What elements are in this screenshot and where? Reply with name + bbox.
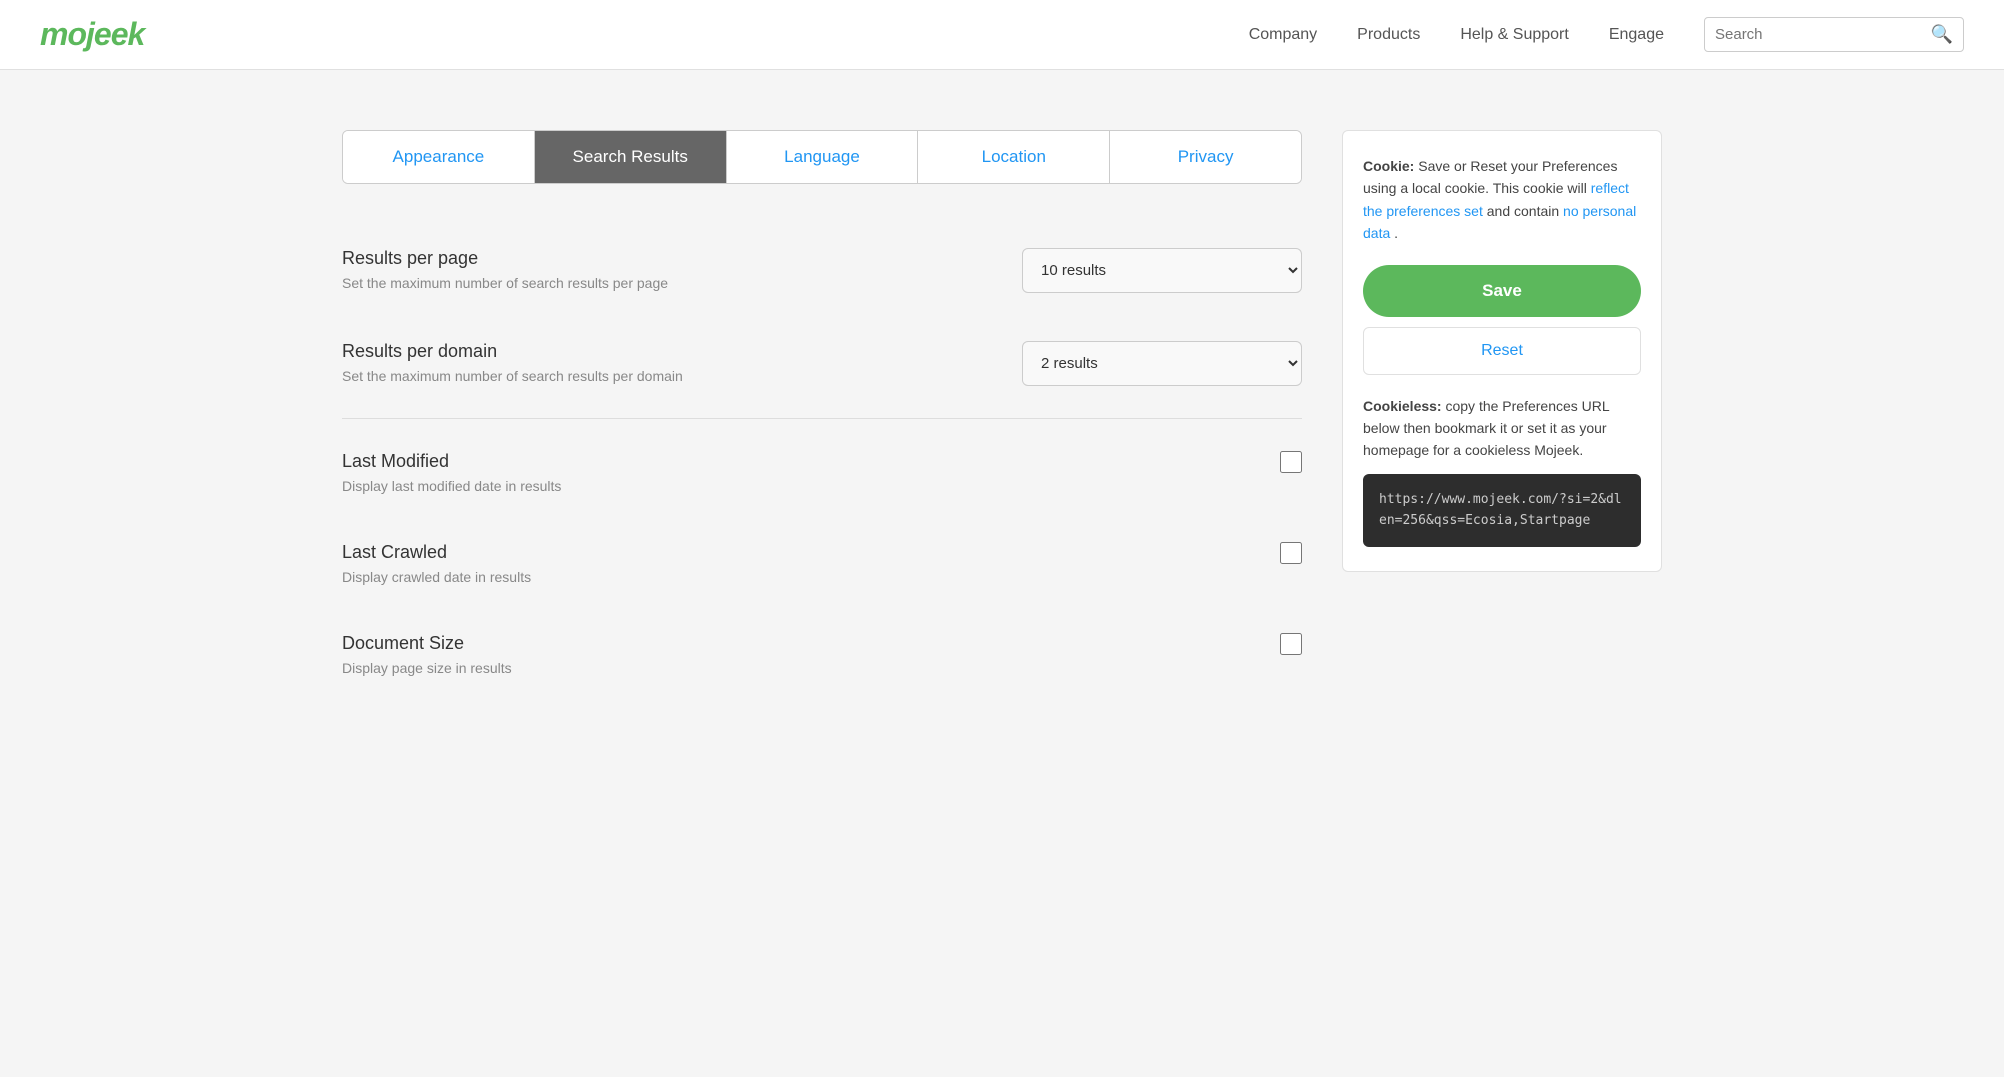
nav-help[interactable]: Help & Support: [1460, 26, 1569, 44]
results-per-domain-label: Results per domain: [342, 341, 683, 362]
results-per-domain-select[interactable]: 1 result 2 results 3 results 5 results: [1022, 341, 1302, 386]
save-button[interactable]: Save: [1363, 265, 1641, 317]
last-crawled-label: Last Crawled: [342, 542, 531, 563]
last-modified-row: Last Modified Display last modified date…: [342, 427, 1302, 518]
document-size-info: Document Size Display page size in resul…: [342, 633, 512, 676]
left-panel: Appearance Search Results Language Locat…: [342, 130, 1302, 700]
last-crawled-control: [1022, 542, 1302, 564]
last-crawled-desc: Display crawled date in results: [342, 569, 531, 585]
results-per-page-select[interactable]: 10 results 20 results 30 results 50 resu…: [1022, 248, 1302, 293]
results-per-domain-info: Results per domain Set the maximum numbe…: [342, 341, 683, 384]
reset-button[interactable]: Reset: [1363, 327, 1641, 375]
main-content: Appearance Search Results Language Locat…: [302, 130, 1702, 700]
last-modified-control: [1022, 451, 1302, 473]
tab-privacy[interactable]: Privacy: [1110, 131, 1301, 183]
cookie-box: Cookie: Save or Reset your Preferences u…: [1342, 130, 1662, 572]
cookieless-title: Cookieless:: [1363, 398, 1442, 414]
document-size-control: [1022, 633, 1302, 655]
tab-search-results[interactable]: Search Results: [535, 131, 727, 183]
header: mojeek Company Products Help & Support E…: [0, 0, 2004, 70]
results-per-page-label: Results per page: [342, 248, 668, 269]
results-per-domain-control: 1 result 2 results 3 results 5 results: [1022, 341, 1302, 386]
search-input[interactable]: [1715, 26, 1931, 43]
nav: Company Products Help & Support Engage: [1249, 26, 1664, 44]
right-panel: Cookie: Save or Reset your Preferences u…: [1342, 130, 1662, 700]
document-size-label: Document Size: [342, 633, 512, 654]
tab-appearance[interactable]: Appearance: [343, 131, 535, 183]
search-icon[interactable]: 🔍: [1931, 24, 1953, 45]
document-size-desc: Display page size in results: [342, 660, 512, 676]
document-size-row: Document Size Display page size in resul…: [342, 609, 1302, 700]
results-per-page-desc: Set the maximum number of search results…: [342, 275, 668, 291]
last-modified-label: Last Modified: [342, 451, 561, 472]
nav-products[interactable]: Products: [1357, 26, 1420, 44]
cookie-description: Cookie: Save or Reset your Preferences u…: [1363, 155, 1641, 245]
tab-language[interactable]: Language: [727, 131, 919, 183]
cookie-text2: and contain: [1487, 203, 1563, 219]
logo: mojeek: [40, 16, 144, 53]
cookieless-text: Cookieless: copy the Preferences URL bel…: [1363, 395, 1641, 462]
divider: [342, 418, 1302, 419]
last-modified-checkbox[interactable]: [1280, 451, 1302, 473]
last-modified-desc: Display last modified date in results: [342, 478, 561, 494]
cookieless-url[interactable]: https://www.mojeek.com/?si=2&dlen=256&qs…: [1363, 474, 1641, 548]
cookie-text3: .: [1394, 225, 1398, 241]
nav-engage[interactable]: Engage: [1609, 26, 1664, 44]
search-box: 🔍: [1704, 17, 1964, 52]
nav-company[interactable]: Company: [1249, 26, 1317, 44]
results-per-domain-row: Results per domain Set the maximum numbe…: [342, 317, 1302, 410]
last-crawled-info: Last Crawled Display crawled date in res…: [342, 542, 531, 585]
tabs: Appearance Search Results Language Locat…: [342, 130, 1302, 184]
results-per-page-info: Results per page Set the maximum number …: [342, 248, 668, 291]
cookie-title: Cookie:: [1363, 158, 1414, 174]
cookieless-section: Cookieless: copy the Preferences URL bel…: [1363, 395, 1641, 548]
results-per-domain-desc: Set the maximum number of search results…: [342, 368, 683, 384]
last-crawled-checkbox[interactable]: [1280, 542, 1302, 564]
document-size-checkbox[interactable]: [1280, 633, 1302, 655]
tab-location[interactable]: Location: [918, 131, 1110, 183]
last-crawled-row: Last Crawled Display crawled date in res…: [342, 518, 1302, 609]
results-per-page-row: Results per page Set the maximum number …: [342, 224, 1302, 317]
results-per-page-control: 10 results 20 results 30 results 50 resu…: [1022, 248, 1302, 293]
last-modified-info: Last Modified Display last modified date…: [342, 451, 561, 494]
